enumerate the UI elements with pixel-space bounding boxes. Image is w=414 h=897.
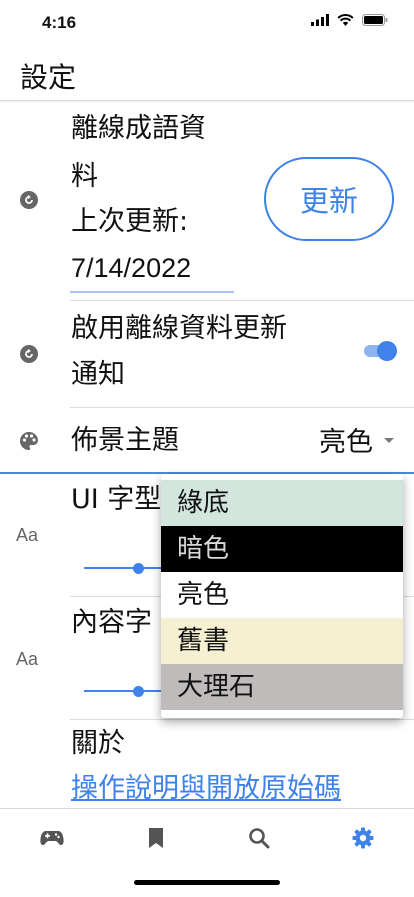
last-update-label: 上次更新:	[71, 206, 189, 237]
settings-icon	[352, 827, 374, 849]
theme-option-label: 大理石	[177, 672, 256, 702]
status-icons	[311, 14, 388, 26]
font-size-icon: Aa	[16, 525, 39, 545]
help-opensource-link[interactable]: 操作說明與開放原始碼	[71, 766, 341, 805]
content-font-slider-thumb[interactable]	[133, 686, 144, 697]
palette-icon	[18, 430, 40, 452]
bookmark-icon	[149, 828, 163, 848]
offline-data-title-line1: 離線成語資	[71, 113, 206, 144]
theme-option-label: 暗色	[177, 534, 230, 564]
theme-dropdown-menu: 綠底 暗色 亮色 舊書 大理石	[161, 474, 403, 718]
tab-game[interactable]	[40, 826, 64, 850]
last-update-date: 7/14/2022	[71, 253, 192, 283]
search-icon	[249, 828, 270, 849]
tab-search[interactable]	[247, 826, 271, 850]
theme-option-green[interactable]: 綠底	[161, 480, 403, 526]
chevron-down-icon[interactable]	[384, 438, 394, 443]
about-label: 關於	[71, 728, 125, 759]
ui-font-slider-track[interactable]	[84, 567, 164, 569]
notify-toggle[interactable]	[364, 340, 398, 362]
game-icon	[40, 831, 64, 845]
page-title: 設定	[20, 61, 77, 94]
home-indicator	[134, 880, 280, 885]
ui-font-slider-thumb[interactable]	[133, 563, 144, 574]
app-header: 設定	[0, 46, 414, 101]
update-button[interactable]: 更新	[264, 157, 394, 241]
theme-option-label: 綠底	[177, 488, 230, 518]
theme-option-label: 舊書	[177, 626, 230, 656]
status-time: 4:16	[42, 13, 77, 32]
date-underline	[70, 291, 234, 293]
notify-label-line1: 啟用離線資料更新	[71, 313, 287, 344]
theme-option-oldbook[interactable]: 舊書	[161, 618, 403, 664]
wifi-icon	[337, 14, 354, 26]
tab-bookmarks[interactable]	[144, 826, 168, 850]
theme-option-label: 亮色	[177, 580, 230, 610]
font-size-icon: Aa	[16, 649, 39, 669]
toggle-knob	[377, 341, 397, 361]
theme-label: 佈景主題	[71, 425, 179, 456]
tab-settings[interactable]	[351, 826, 375, 850]
notify-row: 啟用離線資料更新 通知	[0, 301, 414, 408]
theme-option-light[interactable]: 亮色	[161, 572, 403, 618]
offline-data-title-line2: 料	[71, 161, 98, 192]
ui-font-label: UI 字型	[71, 484, 162, 515]
content-font-label: 內容字	[71, 607, 152, 638]
cellular-signal-icon	[311, 14, 329, 26]
theme-option-marble[interactable]: 大理石	[161, 664, 403, 710]
content-font-slider-track[interactable]	[84, 690, 164, 692]
refresh-icon	[18, 343, 40, 365]
battery-icon	[362, 14, 388, 26]
theme-select[interactable]: 亮色	[319, 420, 373, 459]
theme-option-dark[interactable]: 暗色	[161, 526, 403, 572]
status-bar: 4:16	[0, 0, 414, 46]
refresh-icon	[18, 189, 40, 211]
notify-label-line2: 通知	[71, 359, 125, 390]
